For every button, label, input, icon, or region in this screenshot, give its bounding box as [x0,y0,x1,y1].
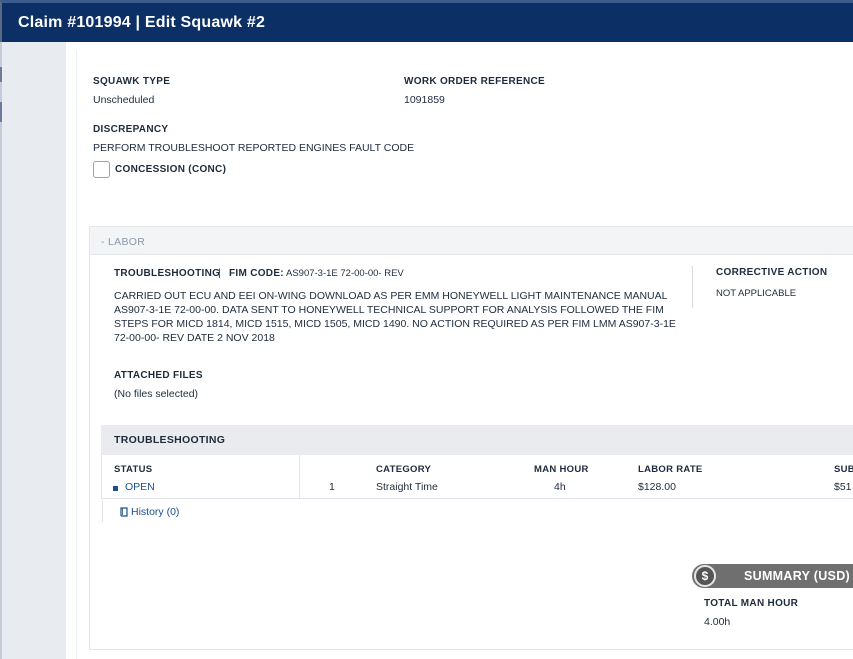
troubleshooting-title: TROUBLESHOOTING [114,434,226,446]
left-gutter [0,42,66,659]
book-icon [120,507,128,517]
concession-label[interactable]: CONCESSION (CONC) [115,164,226,175]
row-category: Straight Time [376,481,438,493]
dollar-coin-icon: $ [694,565,716,587]
labor-type-label: TROUBLESHOOTING [114,268,221,279]
squawk-type-value: Unscheduled [93,94,155,106]
summary-banner: $ SUMMARY (USD) [692,564,853,588]
gutter-strip [0,42,2,659]
status-header: STATUS [114,464,153,475]
history-link[interactable]: History (0) [131,506,179,518]
discrepancy-label: DISCREPANCY [93,124,169,135]
subtotal-header: SUB [834,464,853,475]
attached-files-value: (No files selected) [114,388,199,400]
man-hour-header: MAN HOUR [534,464,589,475]
gutter-marker [0,102,2,122]
labor-divider [692,266,693,308]
corrective-action-label: CORRECTIVE ACTION [716,267,828,278]
squawk-type-label: SQUAWK TYPE [93,76,171,87]
page-title: Claim #101994 | Edit Squawk #2 [18,14,266,31]
summary-title: SUMMARY (USD) [744,569,850,583]
fim-code-label: FIM CODE: [229,268,284,279]
status-open-link[interactable]: OPEN [125,481,155,493]
top-bar: Claim #101994 | Edit Squawk #2 [0,0,853,42]
work-order-value: 1091859 [404,94,445,106]
concession-checkbox[interactable] [93,161,110,178]
troubleshooting-table [101,455,853,499]
row-labor-rate: $128.00 [638,481,676,493]
work-order-label: WORK ORDER REFERENCE [404,76,546,87]
row-man-hour: 4h [554,481,566,493]
total-man-hour-value: 4.00h [704,616,731,628]
labor-toggle[interactable]: - LABOR [101,236,145,248]
row-subtotal: $51 [834,481,852,493]
labor-rate-header: LABOR RATE [638,464,703,475]
row-index: 1 [329,481,335,493]
troubleshooting-header: TROUBLESHOOTING [101,425,853,455]
attached-files-label: ATTACHED FILES [114,370,203,381]
labor-separator: | [218,267,221,279]
fim-code-value: AS907-3-1E 72-00-00- REV [286,268,404,279]
status-dot-icon [113,486,118,491]
corrective-action-value: NOT APPLICABLE [716,288,797,299]
discrepancy-value: PERFORM TROUBLESHOOT REPORTED ENGINES FA… [93,142,415,154]
labor-section-header[interactable]: - LABOR [90,227,853,255]
labor-description: CARRIED OUT ECU AND EEI ON-WING DOWNLOAD… [114,290,676,344]
gutter-marker [0,67,2,82]
total-man-hour-label: TOTAL MAN HOUR [704,598,799,609]
status-column-divider [299,455,300,499]
category-header: CATEGORY [376,464,432,475]
